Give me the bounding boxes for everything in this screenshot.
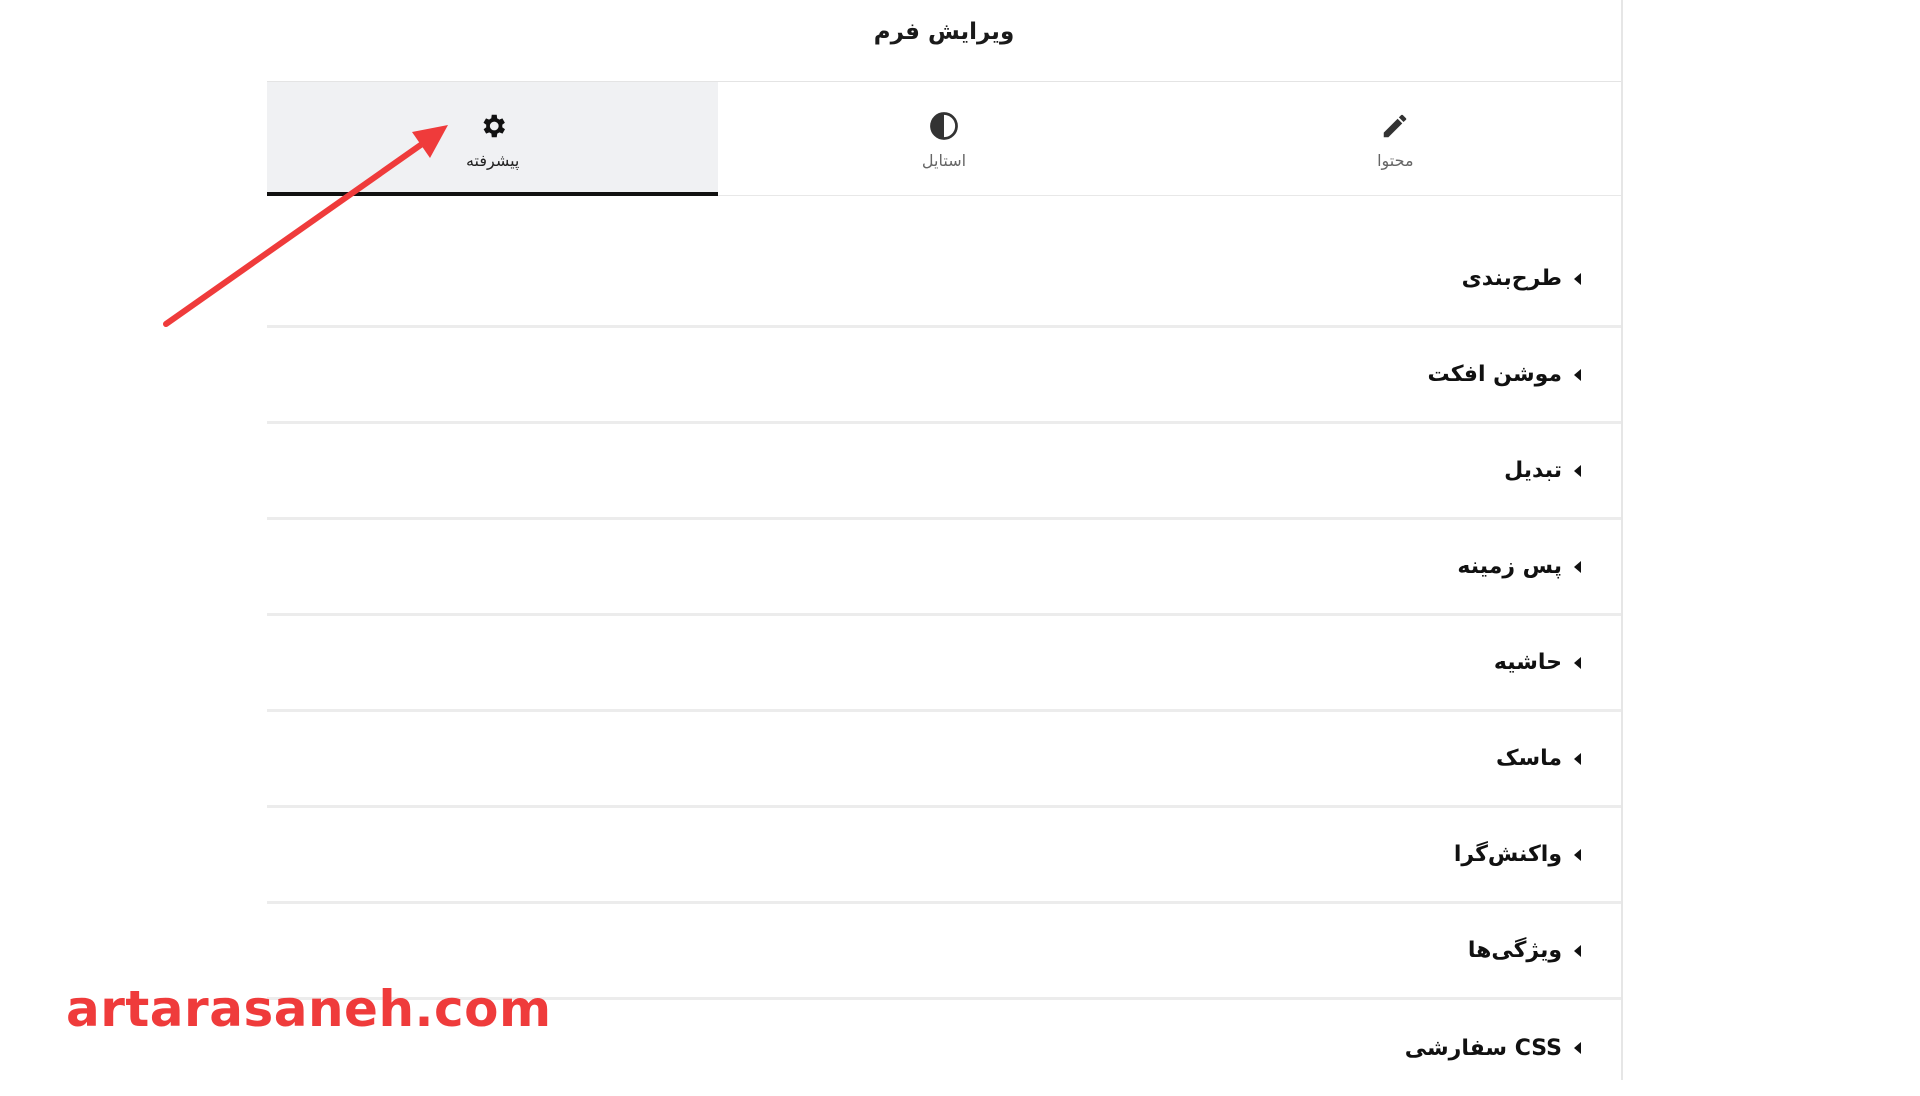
section-label: CSS سفارشی [1404,1035,1562,1061]
editor-panel: ویرایش فرم پیشرفته استایل محتوا طرح‌بندی [267,0,1623,1080]
section-label: طرح‌بندی [1461,266,1562,291]
caret-left-icon [1574,560,1581,573]
section-label: ویژگی‌ها [1467,938,1562,963]
section-list: طرح‌بندی موشن افکت تبدیل پس زمینه حاشیه … [267,196,1621,1096]
watermark-text: artarasaneh.com [66,980,552,1038]
section-motion-effects[interactable]: موشن افکت [267,328,1621,424]
section-background[interactable]: پس زمینه [267,520,1621,616]
section-label: ماسک [1495,746,1562,771]
section-label: موشن افکت [1427,362,1562,387]
caret-left-icon [1574,272,1581,285]
section-layout[interactable]: طرح‌بندی [267,232,1621,328]
tab-bar: پیشرفته استایل محتوا [267,82,1621,196]
panel-title: ویرایش فرم [267,0,1621,82]
caret-left-icon [1574,656,1581,669]
section-border[interactable]: حاشیه [267,616,1621,712]
section-label: واکنش‌گرا [1453,842,1562,867]
caret-left-icon [1574,368,1581,381]
section-label: تبدیل [1504,458,1562,483]
section-label: حاشیه [1493,650,1562,675]
tab-style-label: استایل [921,151,967,170]
caret-left-icon [1574,848,1581,861]
contrast-icon [930,112,958,140]
tab-content[interactable]: محتوا [1170,82,1621,195]
tab-advanced[interactable]: پیشرفته [267,82,719,196]
tab-content-label: محتوا [1377,151,1414,170]
pencil-icon [1384,114,1407,138]
caret-left-icon [1574,464,1581,477]
section-transform[interactable]: تبدیل [267,424,1621,520]
tab-advanced-label: پیشرفته [465,151,520,170]
section-mask[interactable]: ماسک [267,712,1621,808]
caret-left-icon [1574,752,1581,765]
tab-style[interactable]: استایل [718,82,1169,195]
caret-left-icon [1574,1042,1581,1054]
gear-icon [483,114,505,138]
caret-left-icon [1574,944,1581,957]
section-label: پس زمینه [1457,554,1562,579]
section-responsive[interactable]: واکنش‌گرا [267,808,1621,904]
